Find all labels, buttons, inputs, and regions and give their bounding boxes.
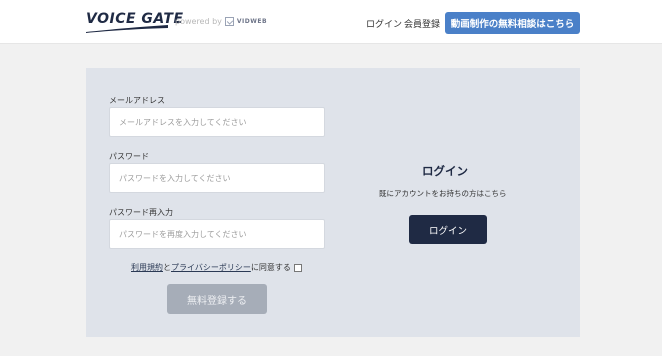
powered-by-text: powered by (175, 17, 222, 26)
vidweb-mark-icon (224, 17, 234, 26)
login-heading: ログイン (422, 164, 468, 178)
logo-swoosh-icon (86, 25, 168, 33)
agreement-suffix: に同意する (250, 263, 291, 272)
terms-link[interactable]: 利用規約 (131, 262, 163, 273)
voice-gate-logo[interactable]: VOICE GATE (86, 11, 183, 35)
password-label: パスワード (109, 152, 149, 161)
auth-panel: メールアドレス パスワード パスワード再入力 利用規約 と プライバシーポリシー… (86, 68, 580, 337)
free-register-button[interactable]: 無料登録する (167, 284, 267, 314)
header-register-link[interactable]: 会員登録 (404, 17, 440, 30)
password-confirm-field[interactable] (109, 219, 325, 249)
site-header: VOICE GATE powered by VIDWEB ログイン 会員登録 動… (0, 0, 662, 44)
free-consultation-button[interactable]: 動画制作の無料相談はこちら (445, 12, 580, 34)
login-caption: 既にアカウントをお持ちの方はこちら (379, 189, 507, 198)
email-field[interactable] (109, 107, 325, 137)
email-label: メールアドレス (109, 96, 165, 105)
header-login-link[interactable]: ログイン (366, 17, 402, 30)
powered-by: powered by VIDWEB (175, 17, 267, 26)
agree-checkbox[interactable] (293, 263, 302, 272)
password-field[interactable] (109, 163, 325, 193)
terms-agreement: 利用規約 と プライバシーポリシー に同意する (131, 262, 302, 273)
login-button[interactable]: ログイン (409, 215, 487, 244)
password-confirm-label: パスワード再入力 (109, 208, 173, 217)
privacy-policy-link[interactable]: プライバシーポリシー (171, 262, 251, 273)
vidweb-brand: VIDWEB (236, 18, 268, 25)
agreement-conjunction: と (163, 263, 171, 272)
